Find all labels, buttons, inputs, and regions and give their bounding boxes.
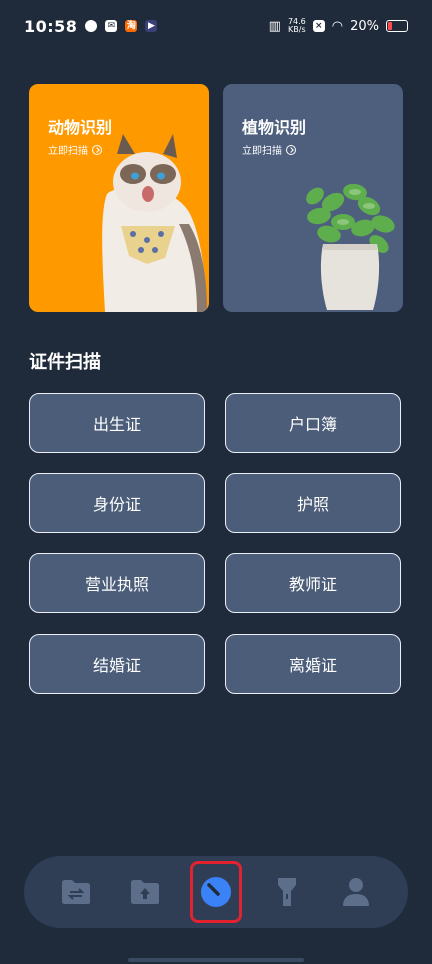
network-speed: 74.6 KB/s <box>288 18 306 34</box>
status-left: 10:58 ✉ 淘 ▶ <box>24 16 158 36</box>
home-indicator[interactable] <box>128 958 304 962</box>
wifi-icon: ◠ <box>331 18 344 34</box>
no-sim-icon: × <box>312 20 325 32</box>
nav-flashlight[interactable] <box>264 869 310 915</box>
marriage-certificate-button[interactable]: 结婚证 <box>29 634 205 694</box>
nav-scan-dial[interactable] <box>189 861 242 923</box>
teacher-certificate-button[interactable]: 教师证 <box>225 553 401 613</box>
plant-recognition-card[interactable]: 植物识别 立即扫描 <box>223 84 403 312</box>
battery-percent: 20% <box>350 18 379 34</box>
nav-upload-folder[interactable] <box>122 869 168 915</box>
network-speed-unit: KB/s <box>288 25 306 34</box>
nav-profile[interactable] <box>333 869 379 915</box>
battery-icon <box>386 20 408 32</box>
vibrate-icon: ▥ <box>268 18 281 34</box>
document-scan-title: 证件扫描 <box>29 352 101 373</box>
id-card-button[interactable]: 身份证 <box>29 473 205 533</box>
app-notification-icon <box>85 20 98 32</box>
status-bar: 10:58 ✉ 淘 ▶ ▥ 74.6 KB/s × ◠ 20% <box>0 0 432 52</box>
scan-dial-icon <box>200 877 231 907</box>
status-right: ▥ 74.6 KB/s × ◠ 20% <box>269 18 408 34</box>
flashlight-icon <box>278 878 297 906</box>
mail-notification-icon: ✉ <box>105 20 118 32</box>
business-license-button[interactable]: 营业执照 <box>29 553 205 613</box>
cat-image <box>102 134 207 312</box>
upload-folder-icon <box>130 880 159 904</box>
status-time: 10:58 <box>24 16 78 36</box>
taobao-notification-icon: 淘 <box>125 20 138 32</box>
household-register-button[interactable]: 户口簿 <box>225 393 401 453</box>
bottom-navigation <box>24 856 408 928</box>
birth-certificate-button[interactable]: 出生证 <box>29 393 205 453</box>
nav-file-transfer[interactable] <box>53 869 99 915</box>
animal-recognition-card[interactable]: 动物识别 立即扫描 <box>29 84 209 312</box>
file-transfer-icon <box>62 880 91 904</box>
profile-icon <box>342 878 369 906</box>
passport-button[interactable]: 护照 <box>225 473 401 533</box>
video-notification-icon: ▶ <box>145 20 158 32</box>
divorce-certificate-button[interactable]: 离婚证 <box>225 634 401 694</box>
plant-image <box>306 183 395 310</box>
